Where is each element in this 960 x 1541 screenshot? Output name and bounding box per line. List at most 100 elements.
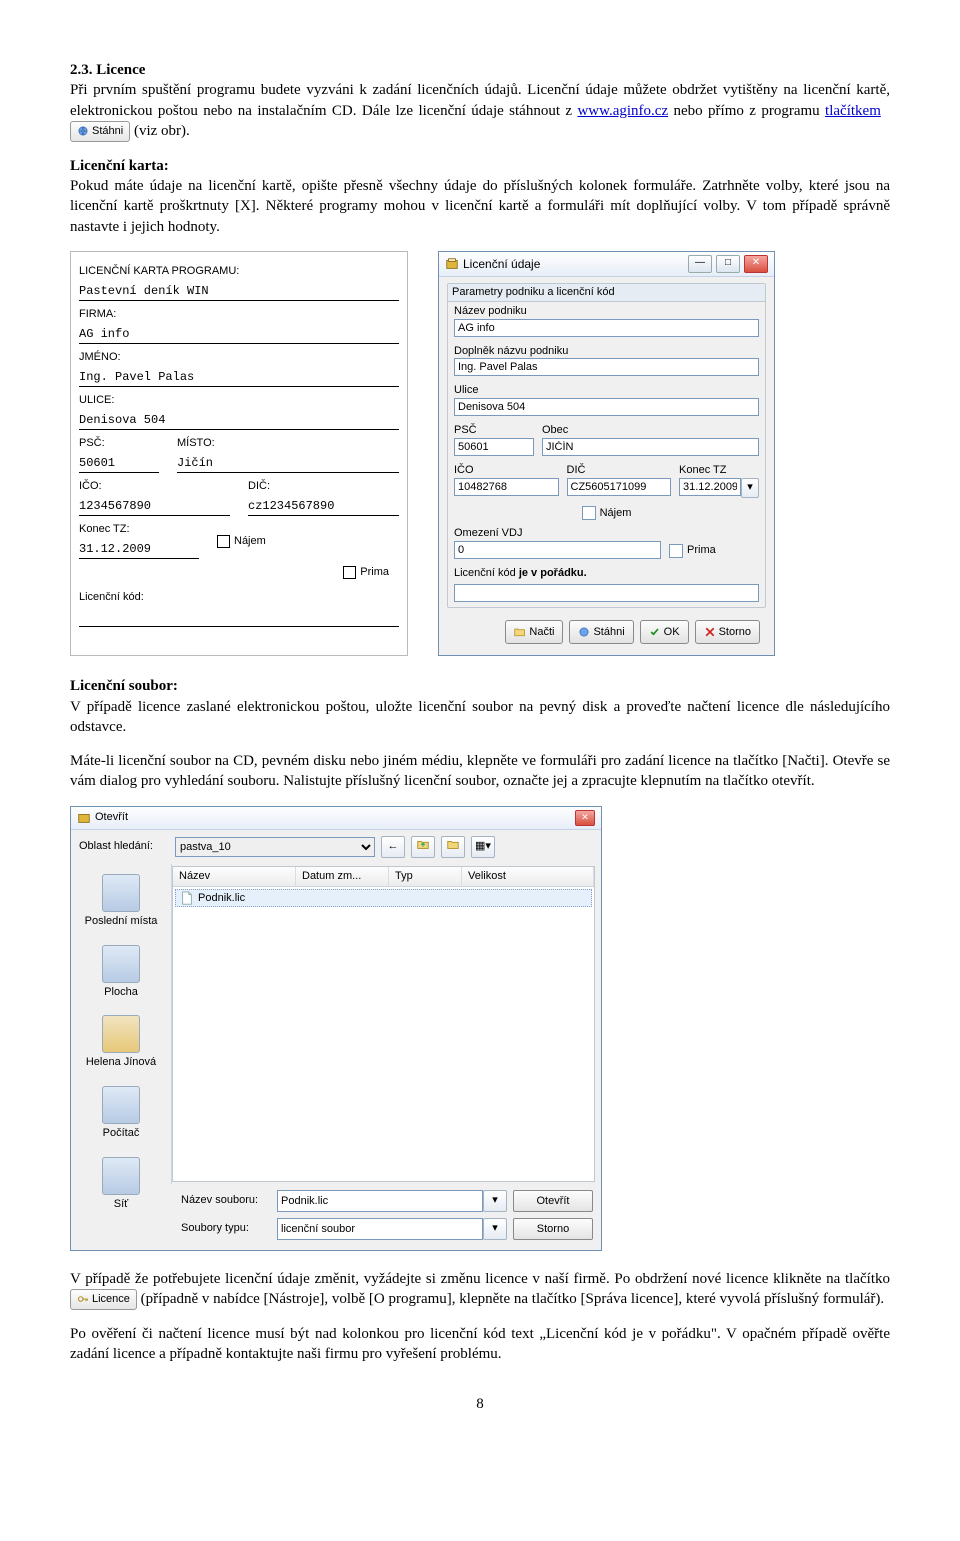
licence-button[interactable]: Licence bbox=[70, 1289, 137, 1310]
col-date[interactable]: Datum zm... bbox=[296, 867, 389, 886]
group-header: Parametry podniku a licenční kód bbox=[448, 284, 765, 302]
globe-download-icon bbox=[77, 125, 89, 137]
stahni-button[interactable]: Stáhni bbox=[70, 121, 130, 142]
open-title: Otevřít bbox=[95, 810, 128, 825]
card-psc: 50601 bbox=[79, 453, 159, 473]
nazev-label: Název podniku bbox=[454, 304, 759, 319]
link-aginfo[interactable]: www.aginfo.cz bbox=[577, 103, 668, 119]
para5b: (případně v nabídce [Nástroje], volbě [O… bbox=[137, 1291, 884, 1307]
close-button[interactable]: ✕ bbox=[744, 255, 768, 273]
place-recent[interactable]: Poslední místa bbox=[71, 868, 171, 939]
place-network-label: Síť bbox=[114, 1198, 129, 1210]
key-icon bbox=[77, 1293, 89, 1305]
card-ulice: Denisova 504 bbox=[79, 410, 399, 430]
ok-button[interactable]: OK bbox=[640, 620, 689, 644]
open-file-dialog: Otevřít ✕ Oblast hledání: pastva_10 ← ▦▾… bbox=[70, 806, 602, 1251]
place-user[interactable]: Helena Jínová bbox=[71, 1009, 171, 1080]
obec-input[interactable] bbox=[542, 438, 759, 456]
file-icon bbox=[180, 891, 194, 905]
obec-label: Obec bbox=[542, 423, 759, 438]
psc-input[interactable] bbox=[454, 438, 534, 456]
back-button[interactable]: ← bbox=[381, 836, 405, 858]
card-prima-checkbox bbox=[343, 566, 356, 579]
up-button[interactable] bbox=[411, 836, 435, 858]
dialog-titlebar[interactable]: Licenční údaje — □ ✕ bbox=[439, 252, 774, 277]
col-name[interactable]: Název bbox=[173, 867, 296, 886]
stahni-label: Stáhni bbox=[92, 124, 123, 139]
app-icon-open bbox=[77, 811, 91, 825]
nazev-souboru-label: Název souboru: bbox=[181, 1193, 271, 1208]
kod-status: je v pořádku. bbox=[519, 567, 587, 579]
para2: Pokud máte údaje na licenční kartě, opiš… bbox=[70, 178, 890, 235]
ico-input[interactable] bbox=[454, 478, 559, 496]
open-close-button[interactable]: ✕ bbox=[575, 810, 595, 826]
card-firma-label: FIRMA: bbox=[79, 307, 399, 322]
prima-checkbox[interactable] bbox=[669, 544, 683, 558]
card-konec-label: Konec TZ: bbox=[79, 522, 199, 537]
views-button[interactable]: ▦▾ bbox=[471, 836, 495, 858]
place-computer[interactable]: Počítač bbox=[71, 1080, 171, 1151]
card-najem-label: Nájem bbox=[234, 535, 266, 547]
dic-input[interactable] bbox=[567, 478, 672, 496]
card-prima-label: Prima bbox=[360, 566, 389, 578]
para-licencni-karta: Licenční karta: Pokud máte údaje na lice… bbox=[70, 156, 890, 237]
link-tlacitkem[interactable]: tlačítkem bbox=[825, 103, 881, 119]
cancel-icon bbox=[704, 626, 716, 638]
computer-icon bbox=[102, 1086, 140, 1124]
dialog-title: Licenční údaje bbox=[463, 256, 540, 272]
konec-label: Konec TZ bbox=[679, 463, 759, 478]
psc-label: PSČ bbox=[454, 423, 534, 438]
typy-label: Soubory typu: bbox=[181, 1221, 271, 1236]
newfolder-button[interactable] bbox=[441, 836, 465, 858]
card-misto-label: MÍSTO: bbox=[177, 436, 399, 451]
para3: V případě licence zaslané elektronickou … bbox=[70, 699, 890, 735]
storno-button[interactable]: Storno bbox=[695, 620, 760, 644]
place-desktop[interactable]: Plocha bbox=[71, 939, 171, 1010]
najem-checkbox[interactable] bbox=[582, 506, 596, 520]
maximize-button[interactable]: □ bbox=[716, 255, 740, 273]
oblast-label: Oblast hledání: bbox=[79, 839, 169, 854]
licence-btn-label: Licence bbox=[92, 1292, 130, 1307]
open-titlebar[interactable]: Otevřít ✕ bbox=[71, 807, 601, 830]
open-cancel-button[interactable]: Storno bbox=[513, 1218, 593, 1240]
file-row[interactable]: Podnik.lic bbox=[175, 889, 592, 908]
open-button[interactable]: Otevřít bbox=[513, 1190, 593, 1212]
konec-input[interactable] bbox=[679, 478, 741, 496]
filetype-select[interactable] bbox=[277, 1218, 483, 1240]
desktop-icon bbox=[102, 945, 140, 983]
para4: Máte-li licenční soubor na CD, pevném di… bbox=[70, 751, 890, 792]
nacti-button[interactable]: Načti bbox=[505, 620, 563, 644]
filetype-dropdown[interactable]: ▾ bbox=[483, 1218, 507, 1240]
minimize-button[interactable]: — bbox=[688, 255, 712, 273]
card-misto: Jičín bbox=[177, 453, 399, 473]
kod-label: Licenční kód bbox=[454, 567, 516, 579]
filename-input[interactable] bbox=[277, 1190, 483, 1212]
konec-dropdown[interactable]: ▾ bbox=[741, 478, 759, 498]
folder-up-icon bbox=[416, 837, 430, 851]
place-computer-label: Počítač bbox=[103, 1127, 140, 1139]
stahni-button-dialog[interactable]: Stáhni bbox=[569, 620, 633, 644]
filename-dropdown[interactable]: ▾ bbox=[483, 1190, 507, 1212]
ico-label: IČO bbox=[454, 463, 559, 478]
ulice-input[interactable] bbox=[454, 398, 759, 416]
license-dialog: Licenční údaje — □ ✕ Parametry podniku a… bbox=[438, 251, 775, 657]
para1c: (viz obr). bbox=[130, 123, 190, 139]
kod-input[interactable] bbox=[454, 584, 759, 602]
stahni-label-dialog: Stáhni bbox=[593, 625, 624, 640]
ulice-label: Ulice bbox=[454, 383, 759, 398]
nazev-input[interactable] bbox=[454, 319, 759, 337]
col-size[interactable]: Velikost bbox=[462, 867, 594, 886]
omez-label: Omezení VDJ bbox=[454, 526, 661, 541]
heading-licencni-soubor: Licenční soubor: bbox=[70, 678, 178, 694]
col-type[interactable]: Typ bbox=[389, 867, 462, 886]
place-network[interactable]: Síť bbox=[71, 1151, 171, 1222]
para5: V případě že potřebujete licenční údaje … bbox=[70, 1269, 890, 1310]
doplnek-input[interactable] bbox=[454, 358, 759, 376]
card-ulice-label: ULICE: bbox=[79, 393, 399, 408]
card-program: Pastevní deník WIN bbox=[79, 281, 399, 301]
folder-select[interactable]: pastva_10 bbox=[175, 837, 375, 857]
dic-label: DIČ bbox=[567, 463, 672, 478]
card-title: LICENČNÍ KARTA PROGRAMU: bbox=[79, 264, 399, 279]
place-recent-label: Poslední místa bbox=[85, 915, 158, 927]
omez-input[interactable] bbox=[454, 541, 661, 559]
